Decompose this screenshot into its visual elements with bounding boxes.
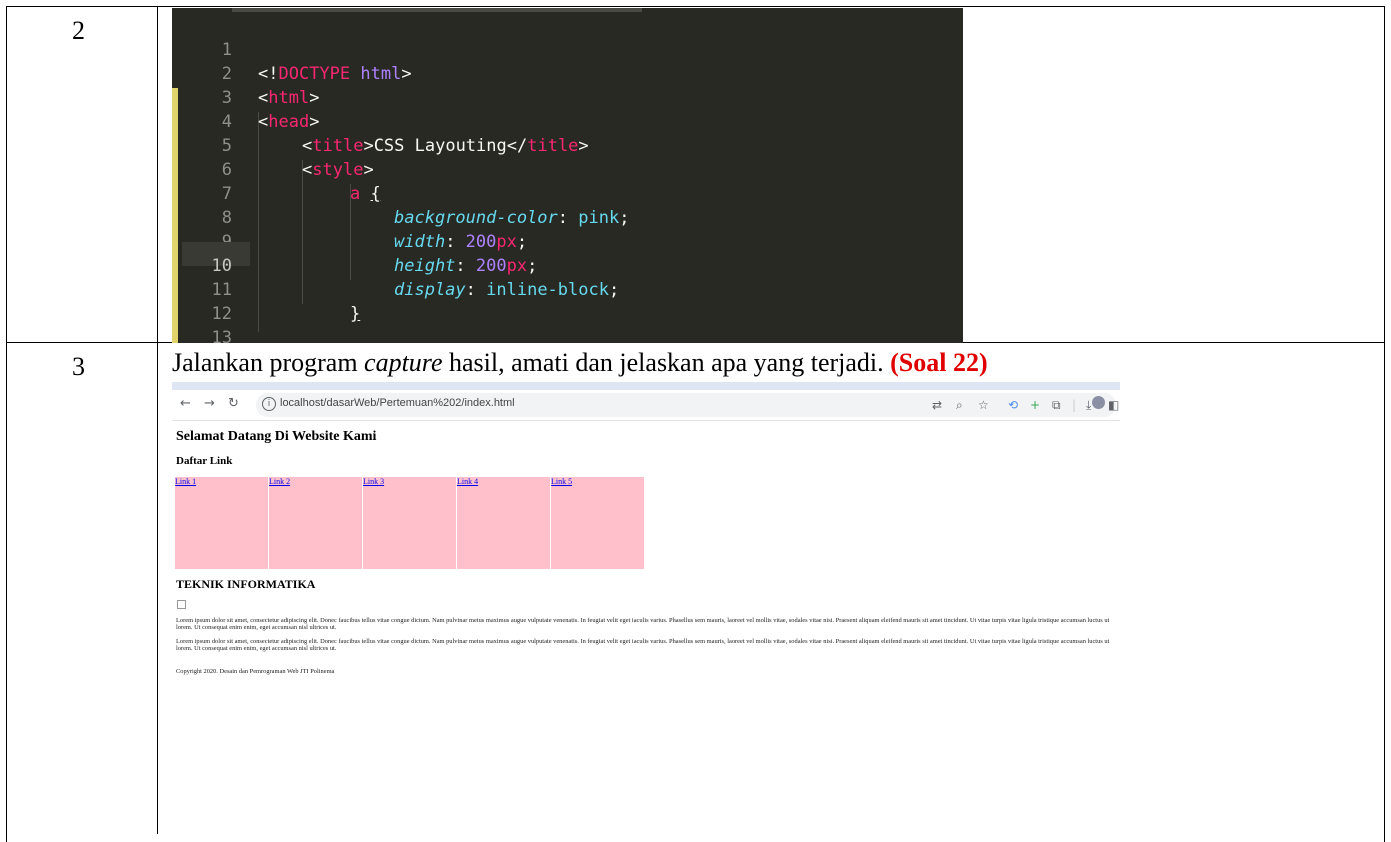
line-number: 13 xyxy=(211,328,232,343)
code-line: 1 <!DOCTYPE html> xyxy=(172,14,963,84)
code-line: 9 height: 200px; xyxy=(172,206,963,276)
link-box-4[interactable]: Link 4 xyxy=(457,477,550,569)
link-list-heading: Daftar Link xyxy=(176,455,233,467)
browser-toolbar: ← → ↻ i localhost/dasarWeb/Pertemuan%202… xyxy=(172,390,1120,421)
download-icon[interactable]: ⤓ xyxy=(1086,398,1091,413)
extension-icon[interactable]: ⟲ xyxy=(1008,398,1018,412)
instruction-prefix: Jalankan program xyxy=(172,348,365,377)
footer-copyright: Copyright 2020. Desain dan Pemrograman W… xyxy=(176,668,335,675)
code-line: 7 background-color: pink; xyxy=(172,158,963,228)
profile-avatar[interactable] xyxy=(1092,396,1105,409)
browser-tab-strip xyxy=(172,382,1120,390)
browser-screenshot: ← → ↻ i localhost/dasarWeb/Pertemuan%202… xyxy=(172,382,1120,682)
side-panel-icon[interactable]: ◧ xyxy=(1108,398,1119,412)
code-line: 5 <style> xyxy=(172,110,963,180)
row-number-2: 2 xyxy=(72,16,85,45)
code-line: 2 <html> xyxy=(172,38,963,108)
url-text[interactable]: localhost/dasarWeb/Pertemuan%202/index.h… xyxy=(280,397,515,409)
soal-label: (Soal 22) xyxy=(890,348,988,377)
forward-icon[interactable]: → xyxy=(204,396,215,411)
broken-image-icon xyxy=(177,600,186,609)
paragraph-2: Lorem ipsum dolor sit amet, consectetur … xyxy=(176,638,1110,652)
instruction-italic: capture xyxy=(364,348,443,377)
code-line: 10 display: inline-block; xyxy=(172,230,963,300)
bookmark-star-icon[interactable]: ☆ xyxy=(978,398,989,412)
link-box-5[interactable]: Link 5 xyxy=(551,477,644,569)
back-icon[interactable]: ← xyxy=(180,396,191,411)
column-divider xyxy=(157,6,158,834)
reload-icon[interactable]: ↻ xyxy=(228,396,239,411)
document-table: 2 3 1 <!DOCTYPE html> 2 <html> 3 <head> … xyxy=(0,0,1391,842)
instruction-suffix: hasil, amati dan jelaskan apa yang terja… xyxy=(442,348,891,377)
code-line: 11 } xyxy=(172,254,963,324)
link-box-3[interactable]: Link 3 xyxy=(363,477,456,569)
zoom-icon[interactable]: ⌕ xyxy=(956,398,963,413)
address-bar[interactable]: i localhost/dasarWeb/Pertemuan%202/index… xyxy=(256,393,1119,417)
code-line: 12 xyxy=(172,278,963,324)
link-box-1[interactable]: Link 1 xyxy=(175,477,268,569)
link-boxes: Link 1 Link 2 Link 3 Link 4 Link 5 xyxy=(175,477,647,569)
add-extension-icon[interactable]: + xyxy=(1030,398,1040,412)
editor-tab-strip xyxy=(232,8,642,12)
code-line: 4 <title>CSS Layouting</title> xyxy=(172,86,963,156)
row-number-3: 3 xyxy=(72,352,85,381)
section-title: TEKNIK INFORMATIKA xyxy=(176,577,316,591)
paragraph-1: Lorem ipsum dolor sit amet, consectetur … xyxy=(176,617,1110,631)
code-editor-screenshot: 1 <!DOCTYPE html> 2 <html> 3 <head> 4 <t… xyxy=(172,8,963,343)
code-line: 13 </style> xyxy=(172,302,963,343)
code-line: 3 <head> xyxy=(172,62,963,132)
toolbar-divider: | xyxy=(1072,398,1077,412)
translate-icon[interactable]: ⇄ xyxy=(932,398,942,412)
puzzle-icon[interactable]: ⧉ xyxy=(1052,398,1061,413)
page-heading: Selamat Datang Di Website Kami xyxy=(176,429,377,444)
code-line: 6 a { xyxy=(172,134,963,204)
code-line: 8 width: 200px; xyxy=(172,182,963,252)
link-box-2[interactable]: Link 2 xyxy=(269,477,362,569)
instruction-text: Jalankan program capture hasil, amati da… xyxy=(172,348,988,378)
site-info-icon[interactable]: i xyxy=(262,397,276,411)
